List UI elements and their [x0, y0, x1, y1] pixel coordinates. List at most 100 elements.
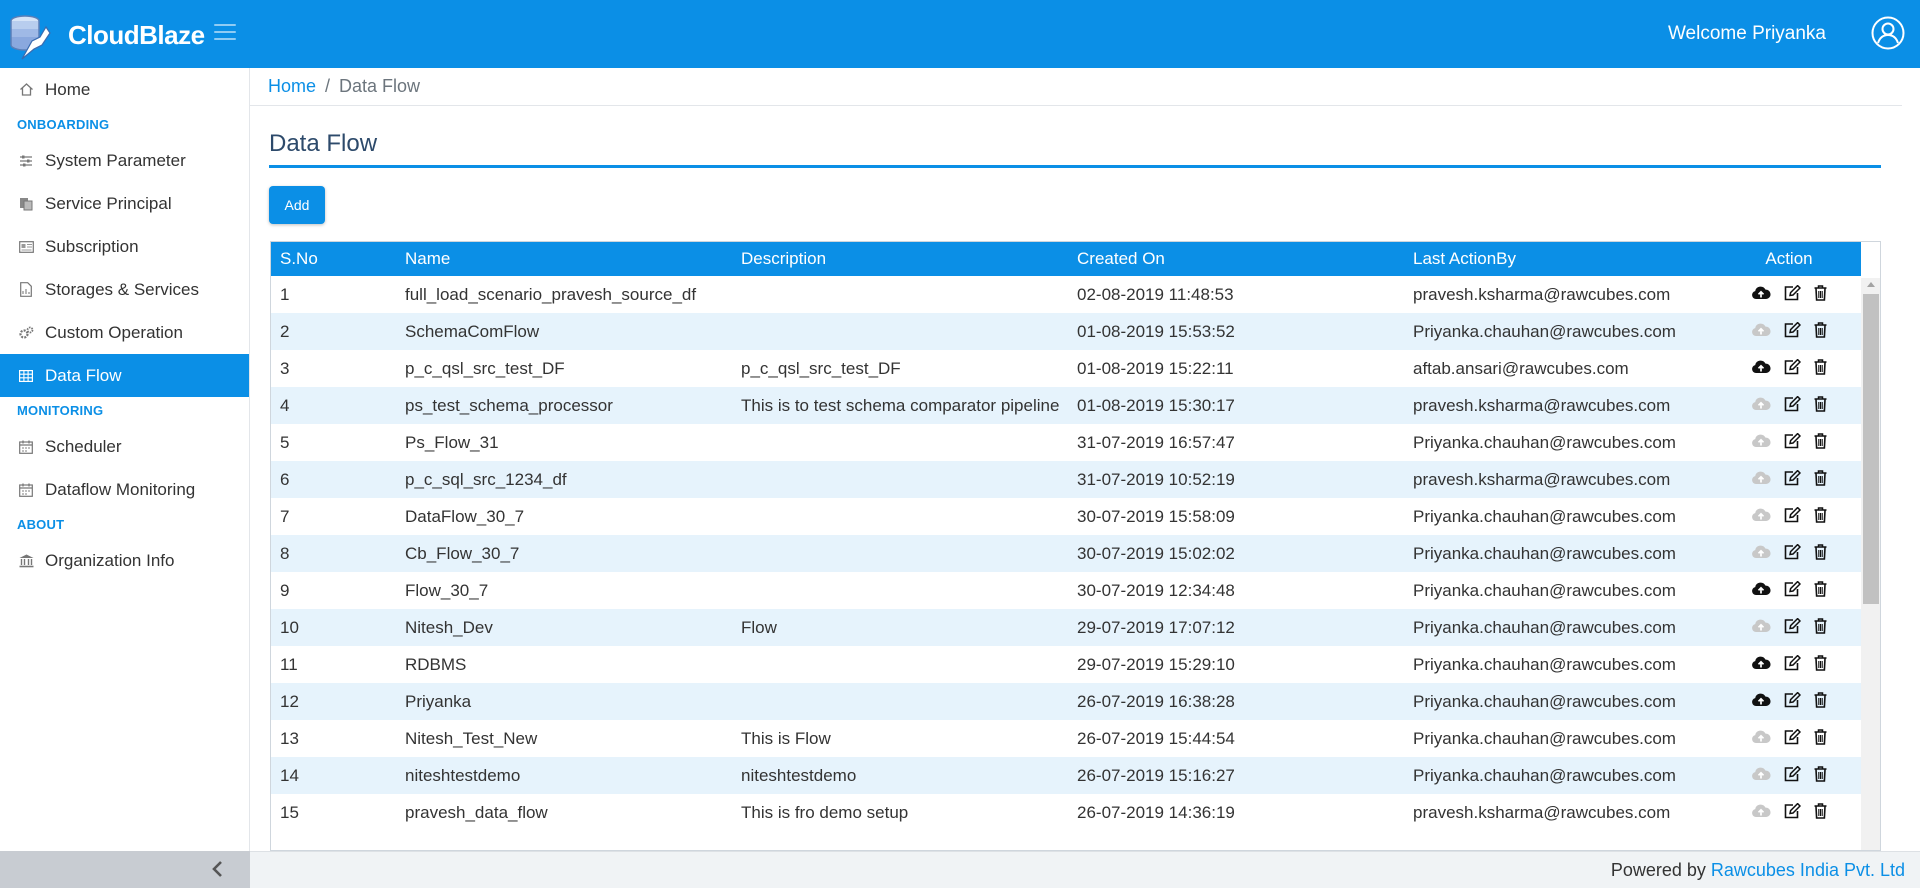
- table-row[interactable]: 5 Ps_Flow_31 31-07-2019 16:57:47 Priyanka.c…: [271, 424, 1861, 461]
- cell-last-action-by: Priyanka.chauhan@rawcubes.com: [1413, 692, 1676, 711]
- cell-created-on: 26-07-2019 14:36:19: [1077, 803, 1235, 822]
- sidebar-item-subscription[interactable]: Subscription: [0, 225, 249, 268]
- scrollbar-thumb[interactable]: [1863, 294, 1879, 604]
- edit-icon[interactable]: [1784, 432, 1801, 449]
- trash-icon[interactable]: [1814, 358, 1827, 375]
- edit-icon[interactable]: [1784, 395, 1801, 412]
- sidebar-item-scheduler[interactable]: Scheduler: [0, 425, 249, 468]
- edit-icon[interactable]: [1784, 802, 1801, 819]
- trash-icon[interactable]: [1814, 432, 1827, 449]
- table-row[interactable]: 6 p_c_sql_src_1234_df 31-07-2019 10:52:19 p…: [271, 461, 1861, 498]
- trash-icon[interactable]: [1814, 321, 1827, 338]
- cloud-upload-icon[interactable]: [1751, 285, 1771, 300]
- id-card-icon: [18, 239, 34, 255]
- edit-icon[interactable]: [1784, 654, 1801, 671]
- sidebar-item-custom-operation[interactable]: Custom Operation: [0, 311, 249, 354]
- trash-icon[interactable]: [1814, 506, 1827, 523]
- cloud-upload-icon[interactable]: [1751, 359, 1771, 374]
- sliders-icon: [18, 153, 34, 169]
- data-flow-table: S.No Name Description Created On Last Ac…: [270, 241, 1881, 851]
- breadcrumb-home-link[interactable]: Home: [268, 76, 316, 96]
- trash-icon[interactable]: [1814, 802, 1827, 819]
- trash-icon[interactable]: [1814, 395, 1827, 412]
- table-row[interactable]: 2 SchemaComFlow 01-08-2019 15:53:52 Priyank…: [271, 313, 1861, 350]
- edit-icon[interactable]: [1784, 765, 1801, 782]
- sidebar-item-data-flow[interactable]: Data Flow: [0, 354, 249, 397]
- table-row[interactable]: 1 full_load_scenario_pravesh_source_df 02-…: [271, 276, 1861, 313]
- calendar-icon: [18, 439, 34, 455]
- user-avatar-icon[interactable]: [1871, 16, 1905, 50]
- cell-last-action-by: Priyanka.chauhan@rawcubes.com: [1413, 433, 1676, 452]
- edit-icon[interactable]: [1784, 617, 1801, 634]
- menu-toggle-icon[interactable]: [214, 24, 236, 42]
- cell-last-action-by: Priyanka.chauhan@rawcubes.com: [1413, 544, 1676, 563]
- cloud-upload-icon[interactable]: [1751, 692, 1771, 707]
- column-header-sno[interactable]: S.No: [271, 242, 396, 276]
- cell-actions: [1717, 276, 1861, 313]
- cell-sno: 6: [280, 470, 290, 489]
- edit-icon[interactable]: [1784, 358, 1801, 375]
- cell-description: p_c_qsl_src_test_DF: [741, 359, 901, 378]
- edit-icon[interactable]: [1784, 543, 1801, 560]
- table-row[interactable]: 15 pravesh_data_flow This is fro demo setu…: [271, 794, 1861, 831]
- add-button[interactable]: Add: [269, 186, 325, 224]
- sidebar-item-home[interactable]: Home: [0, 68, 249, 111]
- cell-actions: [1717, 387, 1861, 424]
- sidebar-item-system-parameter[interactable]: System Parameter: [0, 139, 249, 182]
- sidebar-item-label: Data Flow: [45, 365, 122, 385]
- trash-icon[interactable]: [1814, 580, 1827, 597]
- table-row[interactable]: 8 Cb_Flow_30_7 30-07-2019 15:02:02 Priyanka…: [271, 535, 1861, 572]
- sidebar-item-dataflow-monitoring[interactable]: Dataflow Monitoring: [0, 468, 249, 511]
- table-row[interactable]: 7 DataFlow_30_7 30-07-2019 15:58:09 Priyank…: [271, 498, 1861, 535]
- table-row[interactable]: 12 Priyanka 26-07-2019 16:38:28 Priyanka.ch…: [271, 683, 1861, 720]
- calendar-icon: [18, 482, 34, 498]
- trash-icon[interactable]: [1814, 284, 1827, 301]
- title-underline: [269, 165, 1881, 168]
- cloud-upload-icon[interactable]: [1751, 655, 1771, 670]
- cell-sno: 11: [280, 655, 298, 674]
- edit-icon[interactable]: [1784, 728, 1801, 745]
- vertical-scrollbar[interactable]: [1861, 278, 1880, 850]
- cell-last-action-by: Priyanka.chauhan@rawcubes.com: [1413, 507, 1676, 526]
- welcome-text: Welcome Priyanka: [1667, 23, 1826, 44]
- cell-sno: 5: [280, 433, 290, 452]
- sidebar-item-label: Subscription: [45, 236, 139, 256]
- table-row[interactable]: 11 RDBMS 29-07-2019 15:29:10 Priyanka.chauh…: [271, 646, 1861, 683]
- trash-icon[interactable]: [1814, 691, 1827, 708]
- column-header-last-action-by[interactable]: Last ActionBy: [1404, 242, 1717, 276]
- table-row[interactable]: 9 Flow_30_7 30-07-2019 12:34:48 Priyanka.ch…: [271, 572, 1861, 609]
- trash-icon[interactable]: [1814, 654, 1827, 671]
- edit-icon[interactable]: [1784, 691, 1801, 708]
- column-header-created-on[interactable]: Created On: [1068, 242, 1404, 276]
- table-row[interactable]: 10 Nitesh_Dev Flow 29-07-2019 17:07:12 Priya…: [271, 609, 1861, 646]
- cloud-upload-icon: [1751, 322, 1771, 337]
- chevron-left-icon[interactable]: [208, 859, 228, 879]
- sidebar-item-organization-info[interactable]: Organization Info: [0, 539, 249, 582]
- cell-name: Priyanka: [405, 692, 472, 711]
- trash-icon[interactable]: [1814, 617, 1827, 634]
- edit-icon[interactable]: [1784, 580, 1801, 597]
- cloud-upload-icon[interactable]: [1751, 581, 1771, 596]
- table-row[interactable]: 4 ps_test_schema_processor This is to test…: [271, 387, 1861, 424]
- column-header-description[interactable]: Description: [732, 242, 1068, 276]
- trash-icon[interactable]: [1814, 728, 1827, 745]
- trash-icon[interactable]: [1814, 543, 1827, 560]
- table-row[interactable]: 13 Nitesh_Test_New This is Flow 26-07-2019 …: [271, 720, 1861, 757]
- edit-icon[interactable]: [1784, 284, 1801, 301]
- edit-icon[interactable]: [1784, 469, 1801, 486]
- cell-created-on: 26-07-2019 15:16:27: [1077, 766, 1235, 785]
- cell-actions: [1717, 498, 1861, 535]
- company-link[interactable]: Rawcubes India Pvt. Ltd: [1711, 860, 1905, 880]
- table-row[interactable]: 14 niteshtestdemo niteshtestdemo 26-07-2019…: [271, 757, 1861, 794]
- sidebar-item-service-principal[interactable]: Service Principal: [0, 182, 249, 225]
- edit-icon[interactable]: [1784, 321, 1801, 338]
- trash-icon[interactable]: [1814, 469, 1827, 486]
- table-row[interactable]: 3 p_c_qsl_src_test_DF p_c_qsl_src_test_DF 0…: [271, 350, 1861, 387]
- edit-icon[interactable]: [1784, 506, 1801, 523]
- breadcrumb-separator: /: [325, 76, 331, 96]
- scroll-up-arrow[interactable]: [1867, 282, 1875, 287]
- trash-icon[interactable]: [1814, 765, 1827, 782]
- breadcrumb: Home / Data Flow: [268, 76, 420, 97]
- column-header-name[interactable]: Name: [396, 242, 732, 276]
- sidebar-item-storages-services[interactable]: Storages & Services: [0, 268, 249, 311]
